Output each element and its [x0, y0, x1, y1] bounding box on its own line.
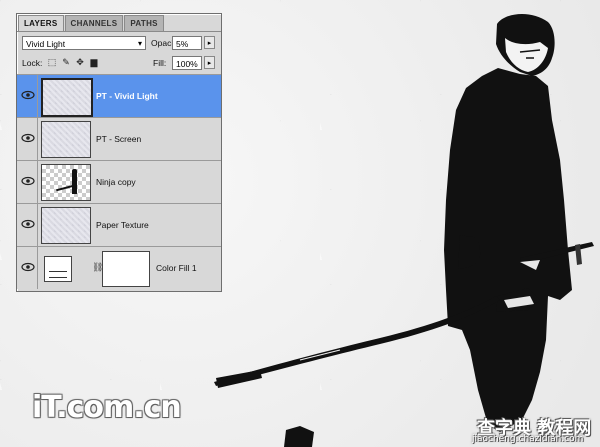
opacity-field[interactable]: 5% [172, 36, 202, 50]
layer-row-paper-texture[interactable]: Paper Texture [17, 203, 221, 246]
layers-list: PT - Vivid Light PT - Screen Ninja copy … [17, 74, 221, 289]
layer-thumbnail [41, 164, 91, 201]
eye-column-divider [37, 247, 38, 289]
eye-column-divider [37, 118, 38, 160]
layer-name: PT - Vivid Light [96, 91, 158, 101]
fill-slider-arrow-icon[interactable]: ▸ [204, 56, 215, 69]
url-watermark: jiaocheng.chazidian.com [472, 434, 584, 444]
eye-icon[interactable] [21, 89, 35, 101]
chevron-down-icon: ▾ [137, 39, 142, 48]
layer-thumbnail [41, 207, 91, 244]
layer-row-pt-screen[interactable]: PT - Screen [17, 117, 221, 160]
layer-name: PT - Screen [96, 134, 142, 144]
eye-icon[interactable] [21, 218, 35, 230]
layer-row-pt-vivid-light[interactable]: PT - Vivid Light [17, 74, 221, 117]
tab-divider [17, 31, 221, 32]
layer-row-ninja-copy[interactable]: Ninja copy [17, 160, 221, 203]
blend-mode-value: Vivid Light [26, 39, 66, 49]
blend-mode-select[interactable]: Vivid Light ▾ [22, 36, 146, 50]
eye-icon[interactable] [21, 175, 35, 187]
eye-column-divider [37, 75, 38, 117]
panel-tabs: LAYERS CHANNELS PATHS [18, 15, 165, 31]
eye-icon[interactable] [21, 261, 35, 273]
layer-row-color-fill-1[interactable]: ⛓ Color Fill 1 [17, 246, 221, 289]
fill-label: Fill: [153, 58, 167, 68]
lock-brush-icon[interactable]: ✎ [61, 57, 71, 67]
opacity-slider-arrow-icon[interactable]: ▸ [204, 36, 215, 49]
eye-column-divider [37, 204, 38, 246]
eye-icon[interactable] [21, 132, 35, 144]
lock-transparent-icon[interactable]: ⬚ [47, 57, 57, 67]
layer-name: Paper Texture [96, 220, 149, 230]
ninja-thumbnail-figure [72, 169, 77, 194]
layer-mask-thumbnail[interactable] [102, 251, 150, 287]
layer-thumbnail [41, 121, 91, 158]
lock-label: Lock: [22, 58, 43, 68]
link-chain-icon[interactable]: ⛓ [92, 260, 103, 274]
layers-panel: LAYERS CHANNELS PATHS Vivid Light ▾ Opac… [16, 13, 222, 292]
eye-column-divider [37, 161, 38, 203]
tab-layers[interactable]: LAYERS [18, 15, 64, 31]
fill-layer-icon [44, 256, 72, 282]
fill-field[interactable]: 100% [172, 56, 202, 70]
lock-move-icon[interactable]: ✥ [75, 57, 85, 67]
lock-all-icon[interactable]: ▆ [89, 57, 99, 67]
layer-name: Ninja copy [96, 177, 136, 187]
tab-paths[interactable]: PATHS [124, 15, 164, 31]
tab-channels[interactable]: CHANNELS [64, 15, 124, 31]
layer-thumbnail [41, 78, 93, 117]
site-logo-watermark: iT.com.cn [32, 390, 182, 425]
layer-name: Color Fill 1 [156, 263, 197, 273]
